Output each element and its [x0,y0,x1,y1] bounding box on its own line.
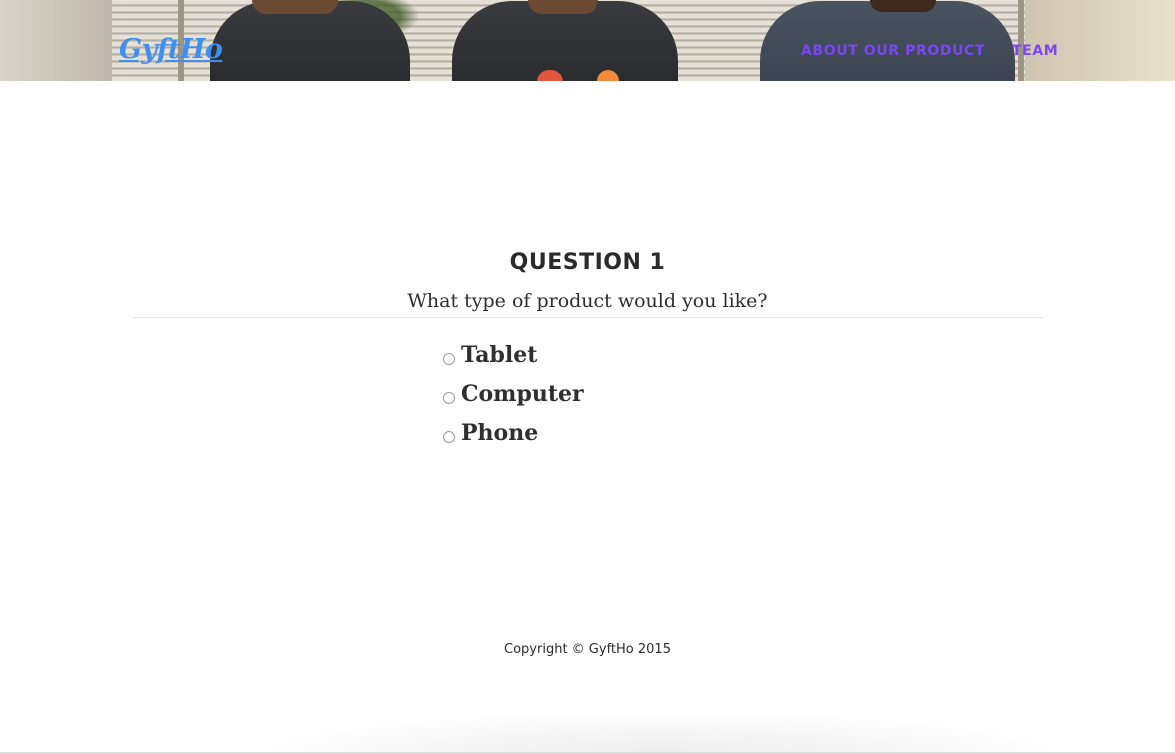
option-label: Phone [461,420,539,446]
option-computer[interactable]: Computer [443,381,584,407]
option-phone[interactable]: Phone [443,420,538,446]
radio-button[interactable] [443,353,455,365]
question-text: What type of product would you like? [407,290,768,312]
copyright-text: Copyright © GyftHo 2015 [504,642,671,657]
question-title: QUESTION 1 [509,250,666,275]
person-right [760,0,1015,81]
nav-team[interactable]: TEAM [1012,43,1058,59]
person-center [452,0,678,81]
brand-logo[interactable]: GyftHo [119,34,223,65]
person-left [210,0,410,81]
option-label: Tablet [461,342,538,368]
option-tablet[interactable]: Tablet [443,342,537,368]
radio-button[interactable] [443,431,455,443]
option-label: Computer [461,381,584,407]
wall-right [1025,0,1175,81]
divider [133,317,1043,318]
radio-button[interactable] [443,392,455,404]
nav-about-our-product[interactable]: ABOUT OUR PRODUCT [801,43,985,59]
window-post [1018,0,1024,81]
wall-left [0,0,112,81]
bottom-shadow [230,708,1090,754]
